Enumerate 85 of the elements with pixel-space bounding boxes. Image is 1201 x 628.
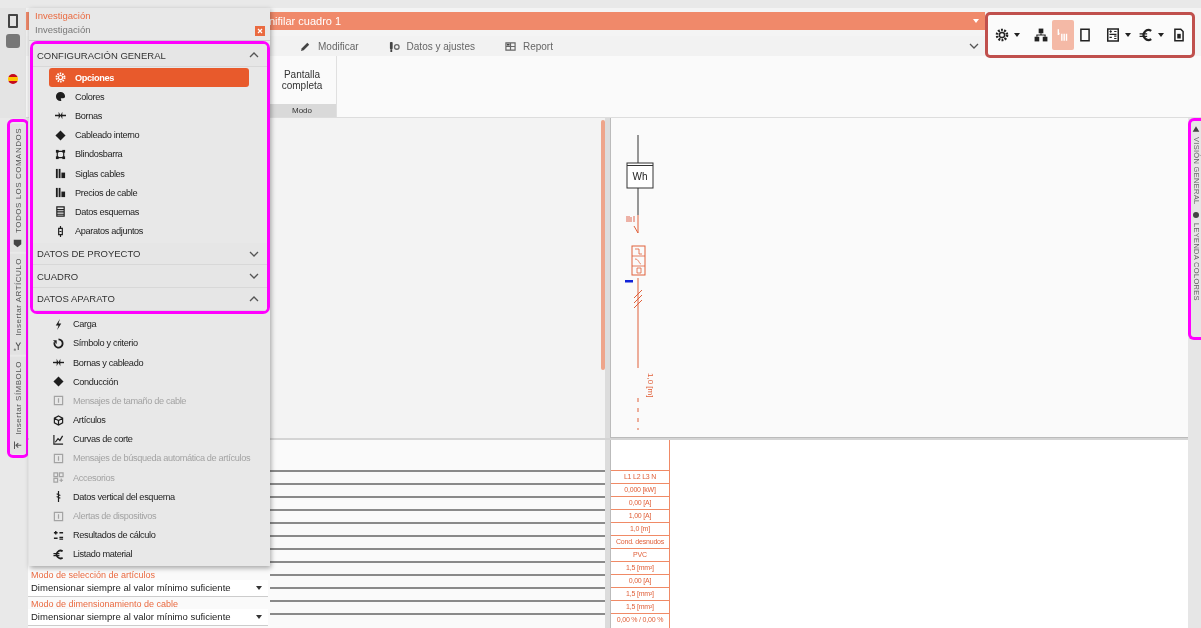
menu-item[interactable]: Blindosbarra	[49, 144, 249, 164]
menu-item[interactable]: Datos esquemas	[49, 202, 249, 222]
dropdown-field[interactable]: Dimensionar siempre al valor mínimo suficiente	[28, 580, 268, 597]
chevron-up-icon[interactable]	[249, 52, 259, 59]
field-label: Modo de dimensionamiento de cable	[30, 598, 180, 609]
menu-item[interactable]: Aparatos adjuntos	[49, 221, 249, 241]
panel-title: Investigación	[35, 10, 92, 21]
line-chart-icon	[53, 433, 64, 445]
page-icon	[1078, 28, 1092, 42]
menu-item[interactable]: Colores	[49, 87, 249, 107]
menu-item[interactable]: Curvas de corte	[47, 429, 268, 449]
table-icon	[55, 206, 66, 218]
hierarchy-icon	[1034, 28, 1048, 42]
pencil-icon	[300, 40, 311, 52]
meter-label: Wh	[632, 171, 648, 182]
report-icon	[504, 40, 516, 52]
caret-icon	[1125, 33, 1131, 37]
cube-icon	[53, 414, 64, 426]
fullscreen-button[interactable]: Pantalla completa	[268, 56, 336, 104]
menu-item[interactable]: Listado material	[47, 544, 268, 564]
message-icon	[53, 452, 64, 464]
caret-icon	[1158, 33, 1164, 37]
euro-icon	[53, 548, 64, 560]
triangle-icon	[1192, 125, 1200, 133]
caret-icon	[1014, 33, 1020, 37]
menu-item[interactable]: Carga	[47, 314, 268, 334]
menu-item[interactable]: Artículos	[47, 410, 268, 430]
menu-item[interactable]: Resultados de cálculo	[47, 525, 268, 545]
document-title: nifilar cuadro 1	[269, 15, 343, 27]
fuse-icon	[55, 225, 66, 237]
grid-plus-icon	[53, 472, 64, 484]
dropdown-field[interactable]: Dimensionar siempre al valor mínimo suficiente	[28, 609, 268, 626]
single-line-icon	[1056, 28, 1070, 42]
side-tab[interactable]: Insertar SÍMBOLO	[10, 356, 26, 454]
section-header: CUADRO	[37, 270, 79, 282]
ribbon-tab[interactable]: Modificar	[300, 38, 359, 54]
diamond-icon	[55, 129, 66, 141]
refresh-icon	[53, 337, 64, 349]
section-header: DATOS APARATO	[37, 293, 115, 305]
app-logo-icon	[8, 14, 18, 28]
caret-icon	[973, 19, 979, 23]
document-icon	[1172, 28, 1186, 42]
frame-icon	[55, 148, 66, 160]
menu-item[interactable]: Conducción	[47, 372, 268, 392]
chevron-down-icon[interactable]	[969, 43, 979, 49]
bars-icon	[55, 187, 66, 199]
menu-item[interactable]: Siglas cables	[49, 163, 249, 184]
side-tab[interactable]: Insertar ARTÍCULO	[10, 253, 26, 355]
bolt-icon	[53, 318, 64, 330]
diamond-icon	[53, 376, 64, 388]
plus-minus-icon	[53, 529, 64, 541]
dot-icon	[1192, 210, 1200, 219]
field-label: Modo de selección de artículos	[30, 569, 157, 580]
menu-item[interactable]: Precios de cable	[49, 183, 249, 203]
message-icon	[53, 510, 64, 522]
panel-subtitle: Investigación	[35, 24, 92, 35]
gear-icon	[995, 28, 1009, 42]
menu-item[interactable]: Bornas y cableado	[47, 352, 268, 373]
group-caption: Modo	[268, 104, 336, 117]
gear-icon	[55, 72, 66, 84]
menu-item[interactable]: Símbolo y criterio	[47, 333, 268, 353]
palette-icon	[55, 91, 66, 103]
cable-length-label: 1,0 [m]	[646, 373, 655, 398]
section-header: CONFIGURACIÓN GENERAL	[37, 49, 166, 61]
chevron-up-icon[interactable]	[249, 295, 259, 302]
bars-icon	[55, 168, 66, 180]
language-flag-icon[interactable]	[8, 74, 18, 84]
side-tab[interactable]: TODOS LOS COMANDOS	[10, 124, 26, 252]
menu-item[interactable]: Datos vertical del esquema	[47, 487, 268, 507]
menu-item[interactable]: Bornas	[49, 106, 249, 126]
euro-icon	[1139, 28, 1153, 42]
chevron-down-icon[interactable]	[249, 273, 259, 280]
caret-icon	[256, 585, 262, 590]
caret-icon	[256, 614, 262, 619]
chevron-down-icon[interactable]	[249, 250, 259, 257]
close-button[interactable]	[255, 26, 265, 36]
marker-dash	[625, 280, 633, 283]
calculator-icon	[1106, 28, 1120, 42]
ribbon-tab[interactable]: Report	[504, 38, 553, 54]
tools-icon	[388, 40, 400, 52]
menu-item[interactable]: Opciones	[49, 68, 249, 88]
ribbon-tab[interactable]: Datos y ajustes	[388, 38, 475, 54]
section-header: DATOS DE PROYECTO	[37, 248, 141, 259]
menu-item[interactable]: Cableado interno	[49, 125, 249, 145]
message-icon	[53, 395, 64, 407]
